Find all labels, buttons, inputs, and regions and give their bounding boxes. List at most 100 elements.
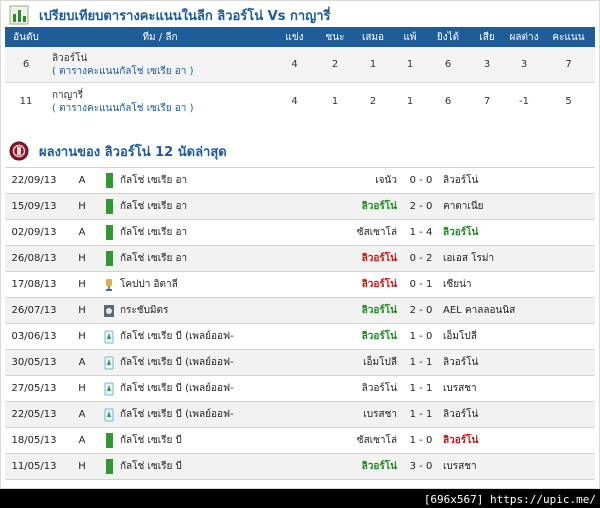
home-team[interactable]: เบรสชา — [259, 401, 403, 428]
home-team[interactable]: ลิวอร์โน่ — [259, 297, 403, 324]
goal-diff-cell: -1 — [506, 82, 542, 120]
serie-b-icon — [104, 408, 114, 422]
match-score[interactable]: 2 - 0 — [403, 193, 439, 220]
match-venue: A — [63, 427, 101, 454]
match-score[interactable]: 3 - 0 — [403, 453, 439, 480]
away-team[interactable]: ลิวอร์โน่ — [439, 167, 595, 194]
match-league: กัลโช่ เซเรีย บี (เพลย์ออฟ- — [117, 401, 259, 428]
match-date: 15/09/13 — [5, 193, 63, 220]
away-team[interactable]: ลิวอร์โน่ — [439, 401, 595, 428]
match-score[interactable]: 1 - 1 — [403, 349, 439, 376]
home-team[interactable]: ซัสเซาโล่ — [259, 427, 403, 454]
rank-cell: 6 — [5, 47, 47, 83]
home-team[interactable]: ซัสเซาโล่ — [259, 219, 403, 246]
serie-b-icon — [104, 356, 114, 370]
match-venue: H — [63, 297, 101, 324]
match-date: 18/05/13 — [5, 427, 63, 454]
away-team[interactable]: AEL คาลลอนนิส — [439, 297, 595, 324]
home-team[interactable]: ลิวอร์โน่ — [259, 453, 403, 480]
col-goals-for: ยิงได้ — [428, 27, 468, 47]
green-bar-icon — [105, 459, 113, 474]
match-score[interactable]: 0 - 1 — [403, 271, 439, 298]
match-score[interactable]: 1 - 1 — [403, 401, 439, 428]
match-date: 17/08/13 — [5, 271, 63, 298]
match-league: กัลโช่ เซเรีย อา — [117, 219, 259, 246]
away-team[interactable]: เอ็มโปลี — [439, 323, 595, 350]
home-team[interactable]: เจนัว — [259, 167, 403, 194]
match-league: กัลโช่ เซเรีย อา — [117, 245, 259, 272]
match-date: 03/06/13 — [5, 323, 63, 350]
match-row: 15/09/13 H กัลโช่ เซเรีย อา ลิวอร์โน่ 2 - 0ค… — [5, 193, 595, 220]
match-score[interactable]: 1 - 0 — [403, 323, 439, 350]
col-drawn: เสมอ — [354, 27, 392, 47]
friendly-icon — [104, 304, 114, 318]
match-score[interactable]: 0 - 2 — [403, 245, 439, 272]
played-cell: 4 — [273, 82, 316, 120]
match-score[interactable]: 0 - 0 — [403, 167, 439, 194]
match-league: กัลโช่ เซเรีย อา — [117, 193, 259, 220]
match-row: 11/05/13 H กัลโช่ เซเรีย บี ลิวอร์โน่ 3 - 0เ… — [5, 453, 595, 480]
match-score[interactable]: 1 - 0 — [403, 427, 439, 454]
home-team[interactable]: ลิวอร์โน่ — [259, 271, 403, 298]
won-cell: 1 — [316, 82, 354, 120]
away-team[interactable]: เบรสชา — [439, 453, 595, 480]
match-row: 26/08/13 H กัลโช่ เซเรีย อา ลิวอร์โน่ 0 - 2เ… — [5, 245, 595, 272]
match-league: กัลโช่ เซเรีย บี (เพลย์ออฟ- — [117, 323, 259, 350]
match-date: 11/05/13 — [5, 453, 63, 480]
col-points: คะแนน — [542, 27, 595, 47]
match-league: กัลโช่ เซเรีย บี (เพลย์ออฟ- — [117, 375, 259, 402]
match-venue: H — [63, 375, 101, 402]
away-team[interactable]: เซียน่า — [439, 271, 595, 298]
match-score[interactable]: 1 - 4 — [403, 219, 439, 246]
away-team[interactable]: ลิวอร์โน่ — [439, 219, 595, 246]
league-table-link[interactable]: ( ตารางคะแนนกัลโช่ เซเรีย อา ) — [52, 65, 273, 78]
away-team[interactable]: ลิวอร์โน่ — [439, 427, 595, 454]
league-icon-cell — [101, 323, 117, 350]
league-icon-cell — [101, 297, 117, 324]
away-team[interactable]: คาตาเนีย — [439, 193, 595, 220]
home-team[interactable]: ลิวอร์โน่ — [259, 245, 403, 272]
match-venue: A — [63, 349, 101, 376]
match-row: 22/05/13 A กัลโช่ เซเรีย บี (เพลย์ออฟ- เบรส… — [5, 401, 595, 428]
away-team[interactable]: เบรสชา — [439, 375, 595, 402]
match-venue: A — [63, 167, 101, 194]
match-row: 03/06/13 H กัลโช่ เซเรีย บี (เพลย์ออฟ- ลิวอ… — [5, 323, 595, 350]
home-team[interactable]: ลิวอร์โน่ — [259, 375, 403, 402]
league-icon-cell — [101, 245, 117, 272]
home-team[interactable]: ลิวอร์โน่ — [259, 323, 403, 350]
drawn-cell: 2 — [354, 82, 392, 120]
home-team[interactable]: ลิวอร์โน่ — [259, 193, 403, 220]
league-icon-cell — [101, 349, 117, 376]
league-table-link[interactable]: ( ตารางคะแนนกัลโช่ เซเรีย อา ) — [52, 102, 273, 115]
team-cell: กาญารี่ ( ตารางคะแนนกัลโช่ เซเรีย อา ) — [47, 82, 273, 120]
col-won: ชนะ — [316, 27, 354, 47]
team-name: กาญารี่ — [52, 89, 84, 101]
comparison-title: เปรียบเทียบตารางคะแนนในลีก ลิวอร์โน่ Vs … — [39, 8, 331, 24]
rank-cell: 11 — [5, 82, 47, 120]
match-row: 02/09/13 A กัลโช่ เซเรีย อา ซัสเซาโล่ 1 - 4ล… — [5, 219, 595, 246]
away-team[interactable]: ลิวอร์โน่ — [439, 349, 595, 376]
comparison-header-row: อันดับ ทีม / ลีก แข่ง ชนะ เสมอ แพ้ ยิงได… — [5, 27, 595, 47]
club-crest-icon — [9, 141, 29, 161]
stats-chart-icon — [9, 5, 29, 25]
played-cell: 4 — [273, 47, 316, 83]
home-team[interactable]: เอ็มโปลี — [259, 349, 403, 376]
match-league: โคปปา อิตาลี — [117, 271, 259, 298]
goals-against-cell: 3 — [468, 47, 506, 83]
match-row: 18/05/13 A กัลโช่ เซเรีย บี ซัสเซาโล่ 1 - 0ล… — [5, 427, 595, 454]
green-bar-icon — [105, 225, 113, 240]
match-venue: H — [63, 323, 101, 350]
away-team[interactable]: เอเอส โรม่า — [439, 245, 595, 272]
col-lost: แพ้ — [392, 27, 428, 47]
league-icon-cell — [101, 453, 117, 480]
match-row: 26/07/13 H กระชับมิตร ลิวอร์โน่ 2 - 0 AEL คาล… — [5, 297, 595, 324]
league-icon-cell — [101, 427, 117, 454]
match-league: กัลโช่ เซเรีย อา — [117, 167, 259, 194]
col-team: ทีม / ลีก — [47, 27, 273, 47]
coppa-italia-icon — [104, 278, 114, 292]
match-score[interactable]: 2 - 0 — [403, 297, 439, 324]
match-date: 27/05/13 — [5, 375, 63, 402]
match-score[interactable]: 1 - 1 — [403, 375, 439, 402]
league-icon-cell — [101, 219, 117, 246]
match-date: 30/05/13 — [5, 349, 63, 376]
